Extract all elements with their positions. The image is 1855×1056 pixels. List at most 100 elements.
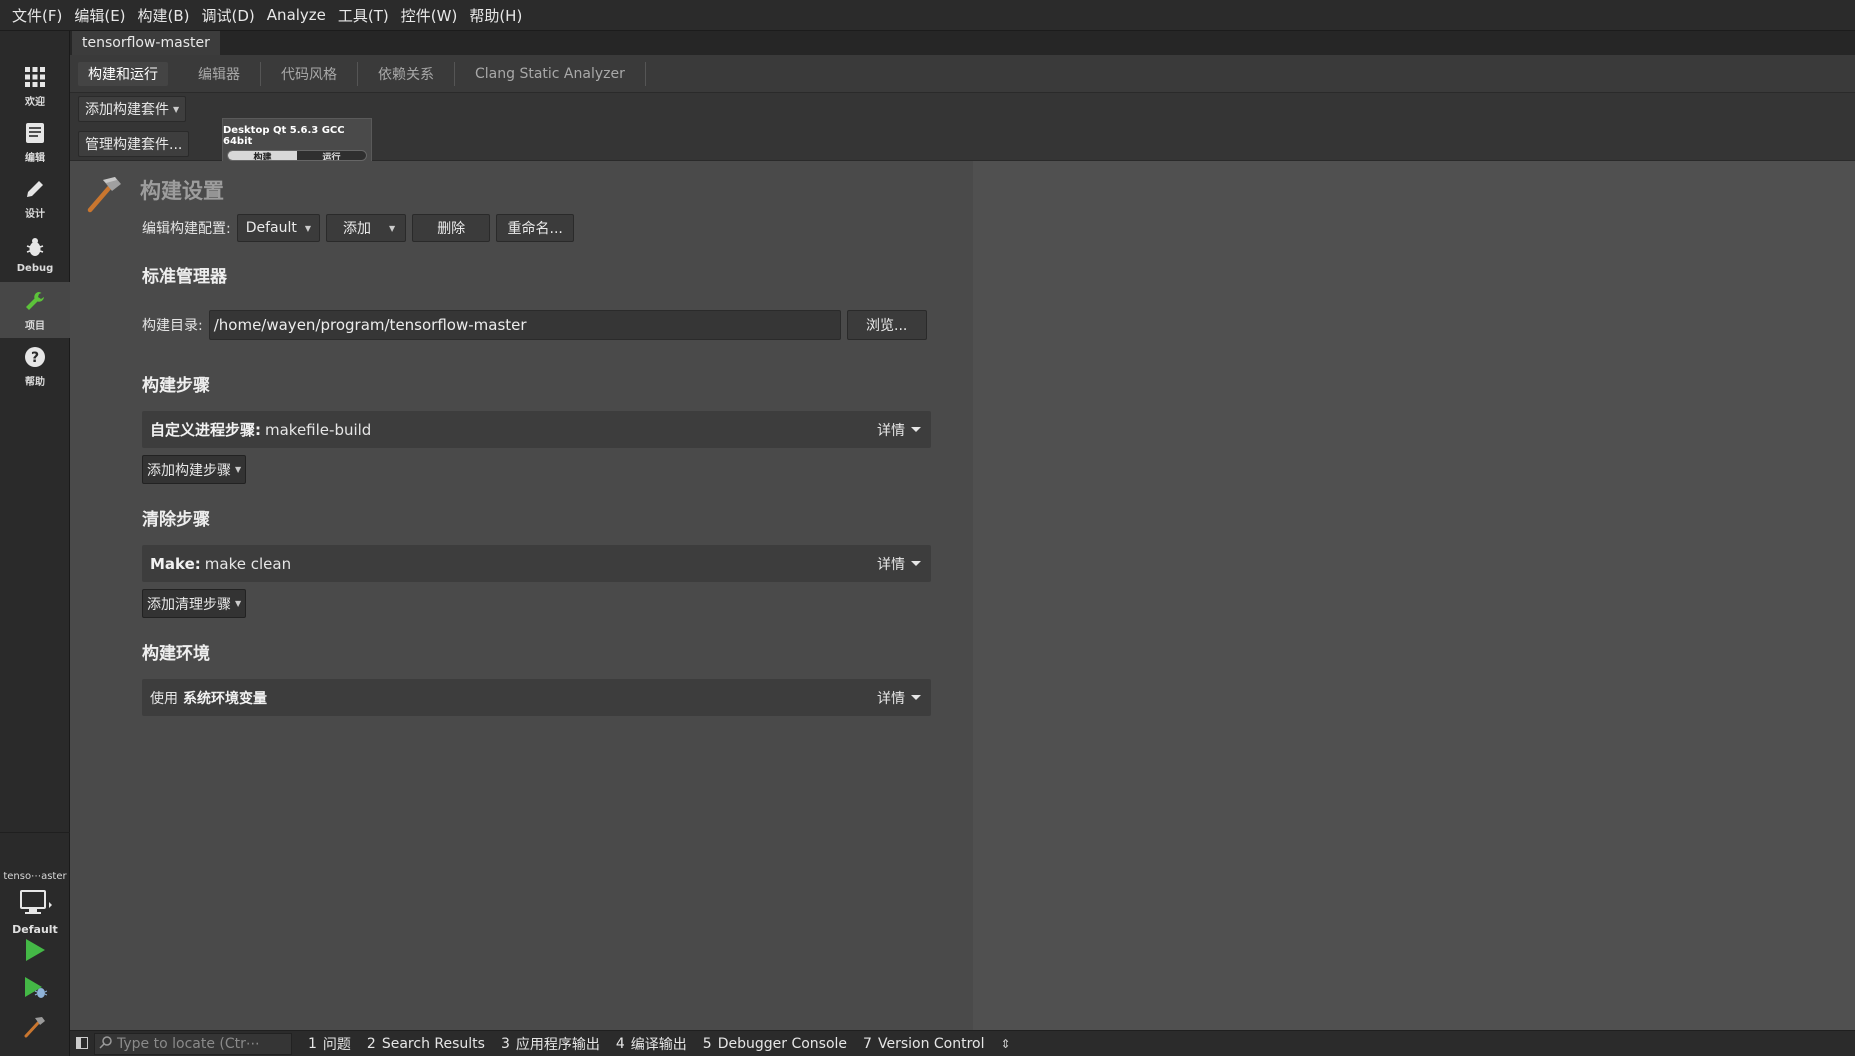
output-pane-issues[interactable]: 1 问题 xyxy=(300,1034,359,1054)
tab-code-style[interactable]: 代码风格 xyxy=(261,61,358,86)
pane-number: 7 xyxy=(863,1035,872,1052)
menu-bar: 文件(F) 编辑(E) 构建(B) 调试(D) Analyze 工具(T) 控件… xyxy=(0,0,1855,31)
dropdown-caret-icon: ▼ xyxy=(389,223,396,233)
add-config-button[interactable]: 添加 ▼ xyxy=(326,214,407,242)
mode-projects[interactable]: 项目 xyxy=(0,282,70,338)
config-label: 编辑构建配置: xyxy=(142,221,231,237)
tab-build-run[interactable]: 构建和运行 xyxy=(78,61,168,86)
details-button[interactable]: 详情 xyxy=(877,420,921,440)
monitor-icon xyxy=(18,889,52,919)
details-button[interactable]: 详情 xyxy=(877,688,921,708)
menu-help[interactable]: 帮助(H) xyxy=(463,0,528,31)
mode-label: 设计 xyxy=(25,209,45,220)
pane-number: 3 xyxy=(500,1035,510,1052)
config-select[interactable]: Default ▼ xyxy=(236,214,321,242)
mode-help[interactable]: ? 帮助 xyxy=(0,338,70,394)
mode-debug[interactable]: Debug xyxy=(0,226,70,282)
project-tab-bar: tensorflow-master xyxy=(70,31,1855,55)
wrench-icon xyxy=(22,288,48,314)
pane-scroll-arrows-icon[interactable]: ⇕ xyxy=(993,1037,1019,1051)
chevron-down-icon xyxy=(911,695,921,700)
bug-icon xyxy=(22,234,48,260)
menu-edit[interactable]: 编辑(E) xyxy=(68,0,131,31)
details-label: 详情 xyxy=(877,556,905,573)
mode-label: Debug xyxy=(16,263,54,274)
manage-kits-button[interactable]: 管理构建套件... xyxy=(78,131,190,157)
build-steps-title: 构建步骤 xyxy=(142,376,210,396)
right-empty-area xyxy=(973,161,1855,1030)
details-button[interactable]: 详情 xyxy=(877,554,921,574)
hammer-icon xyxy=(84,173,124,213)
details-label: 详情 xyxy=(877,690,905,707)
step-type-label: Make: xyxy=(150,554,201,573)
tab-dependencies[interactable]: 依赖关系 xyxy=(358,61,455,86)
output-pane-application-output[interactable]: 3 应用程序输出 xyxy=(493,1034,608,1054)
menu-tools[interactable]: 工具(T) xyxy=(332,0,395,31)
output-pane-version-control[interactable]: 7 Version Control xyxy=(855,1036,992,1052)
mode-bar: 欢迎 编辑 设计 Debug 项目 ? 帮助 tenso⋯aster Defau… xyxy=(0,31,70,1056)
pane-number: 1 xyxy=(308,1035,317,1052)
add-config-label: 添加 xyxy=(343,221,372,237)
kit-area: 添加构建套件 ▼ 管理构建套件... Desktop Qt 5.6.3 GCC … xyxy=(70,93,1855,161)
build-dir-input[interactable]: /home/wayen/program/tensorflow-master xyxy=(208,310,841,340)
pane-label: Version Control xyxy=(877,1035,985,1052)
delete-config-button[interactable]: 删除 xyxy=(412,214,491,242)
env-value: 系统环境变量 xyxy=(183,690,267,707)
details-label: 详情 xyxy=(877,422,905,439)
divider xyxy=(0,832,70,833)
pane-number: 5 xyxy=(702,1035,712,1052)
kit-build-tab[interactable]: 构建 xyxy=(228,151,297,160)
kit-card[interactable]: Desktop Qt 5.6.3 GCC 64bit 构建 运行 xyxy=(222,118,372,161)
chevron-down-icon xyxy=(911,561,921,566)
rename-config-button[interactable]: 重命名... xyxy=(496,214,575,242)
menu-build[interactable]: 构建(B) xyxy=(132,0,196,31)
mode-label: 帮助 xyxy=(25,377,45,388)
build-dir-row: 构建目录: /home/wayen/program/tensorflow-mas… xyxy=(142,310,933,340)
build-environment-row: 使用 系统环境变量 详情 xyxy=(142,679,931,716)
page-title: 构建设置 xyxy=(140,179,224,203)
locator-input[interactable]: Type to locate (Ctr⋯ xyxy=(94,1032,292,1055)
add-clean-step-label: 添加清理步骤 xyxy=(147,596,231,613)
add-clean-step-button[interactable]: 添加清理步骤 ▼ xyxy=(142,589,247,618)
mode-welcome[interactable]: 欢迎 xyxy=(0,58,70,114)
mode-label: 欢迎 xyxy=(25,97,45,108)
menu-widgets[interactable]: 控件(W) xyxy=(395,0,464,31)
tab-clang-static-analyzer[interactable]: Clang Static Analyzer xyxy=(455,61,646,86)
tab-editor[interactable]: 编辑器 xyxy=(178,61,261,86)
config-value: Default xyxy=(245,220,297,236)
sidebar-toggle-icon xyxy=(76,1034,88,1053)
build-env-title: 构建环境 xyxy=(142,644,210,664)
grid-icon xyxy=(22,64,48,90)
run-button[interactable] xyxy=(20,937,50,967)
project-tab[interactable]: tensorflow-master xyxy=(72,31,220,55)
browse-button[interactable]: 浏览... xyxy=(846,310,927,340)
mode-design[interactable]: 设计 xyxy=(0,170,70,226)
build-dir-label: 构建目录: xyxy=(142,318,203,334)
dropdown-caret-icon: ▼ xyxy=(235,599,242,608)
menu-analyze[interactable]: Analyze xyxy=(261,0,332,31)
kit-run-tab[interactable]: 运行 xyxy=(297,151,366,160)
search-icon xyxy=(99,1035,113,1053)
output-pane-search-results[interactable]: 2 Search Results xyxy=(359,1036,493,1052)
pane-label: 问题 xyxy=(322,1036,351,1053)
menu-file[interactable]: 文件(F) xyxy=(6,0,68,31)
add-build-step-button[interactable]: 添加构建步骤 ▼ xyxy=(142,455,247,484)
add-kit-button[interactable]: 添加构建套件 ▼ xyxy=(78,96,187,122)
help-icon: ? xyxy=(22,344,48,370)
build-run-toggle: 构建 运行 xyxy=(227,150,367,161)
step-value: makefile-build xyxy=(265,420,372,439)
output-pane-debugger-console[interactable]: 5 Debugger Console xyxy=(695,1036,855,1052)
mode-label: 项目 xyxy=(25,321,45,332)
pencil-icon xyxy=(22,176,48,202)
mode-label: 编辑 xyxy=(25,153,45,164)
sidebar-toggle-button[interactable] xyxy=(70,1031,94,1056)
dropdown-caret-icon: ▼ xyxy=(173,104,180,114)
menu-debug[interactable]: 调试(D) xyxy=(196,0,261,31)
build-settings-panel: 构建设置 编辑构建配置: Default ▼ 添加 ▼ 删除 重命名... 标准… xyxy=(70,161,973,1030)
hammer-icon xyxy=(23,1014,47,1042)
debug-run-button[interactable] xyxy=(20,975,50,1005)
output-pane-compile-output[interactable]: 4 编译输出 xyxy=(608,1034,695,1054)
mode-edit[interactable]: 编辑 xyxy=(0,114,70,170)
build-button[interactable] xyxy=(20,1013,50,1043)
svg-text:?: ? xyxy=(31,350,39,366)
